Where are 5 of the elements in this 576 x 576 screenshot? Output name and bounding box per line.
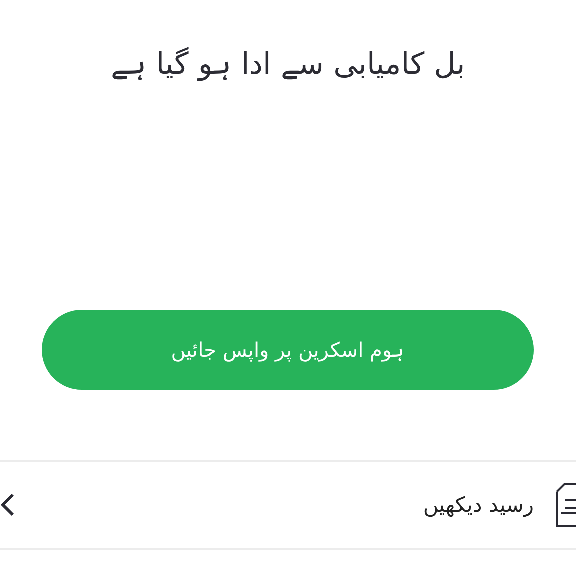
receipt-row[interactable]: رسید دیکھیں [0,460,576,550]
chevron-left-icon [0,492,16,518]
view-receipt-label: رسید دیکھیں [423,493,534,517]
document-icon [556,483,576,527]
payment-success-title: بل کامیابی سے ادا ہو گیا ہے [110,46,466,84]
